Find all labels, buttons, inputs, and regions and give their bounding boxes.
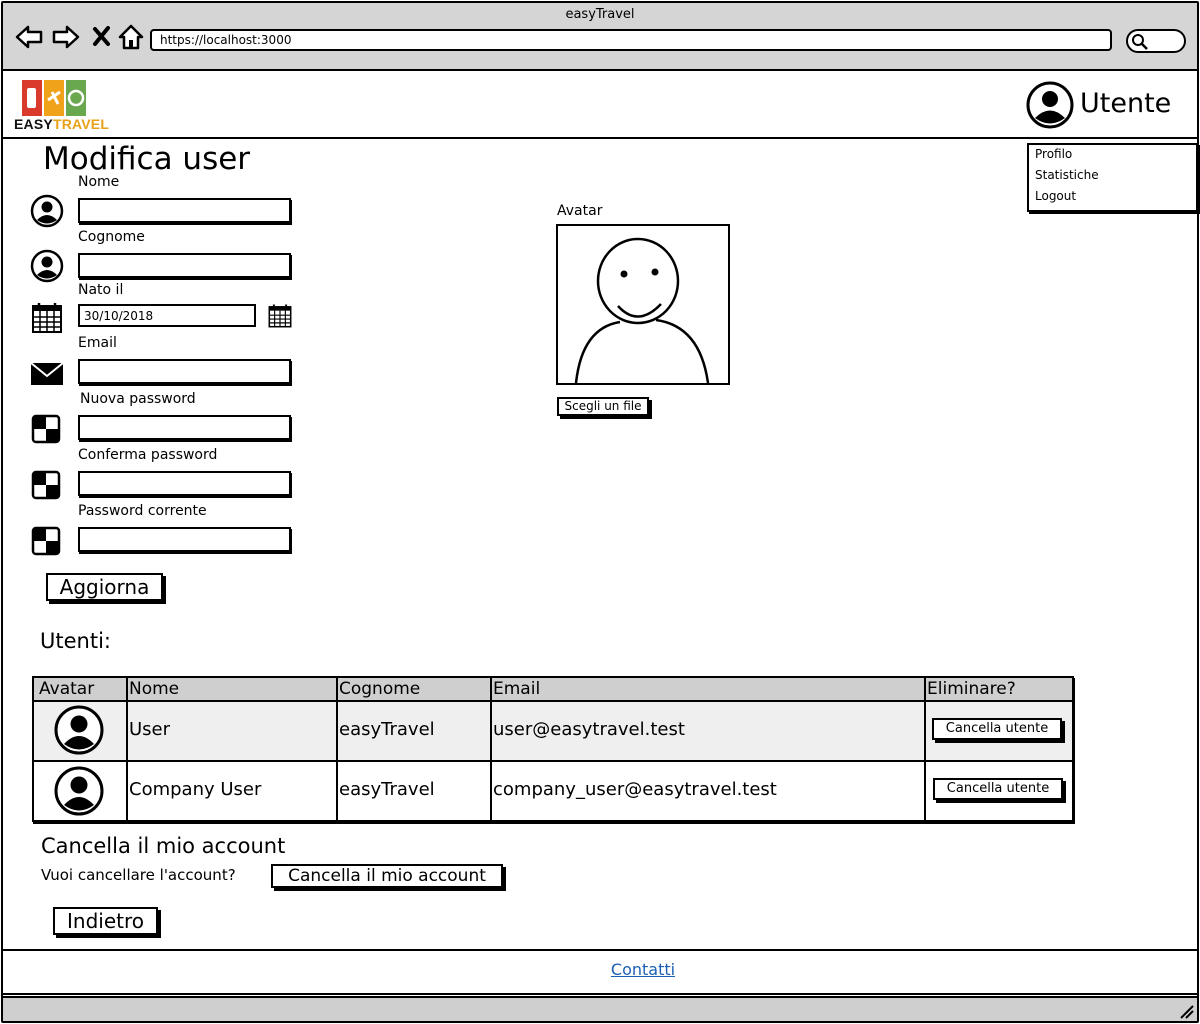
table-header [34,678,1072,700]
envelope-icon [30,362,64,385]
password-corrente-field[interactable] [78,527,291,552]
column-header: Eliminare? [927,679,1016,699]
password-corrente-label: Password corrente [78,503,207,519]
user-icon [30,194,64,228]
nuova-password-field[interactable] [78,415,291,440]
email-field[interactable] [78,359,291,384]
nome-label: Nome [78,174,120,190]
arrow-right-icon[interactable] [51,22,81,52]
birthdate-field[interactable]: 30/10/2018 [78,304,256,327]
password-icon [31,526,61,556]
menu-item-logout[interactable]: Logout [1035,189,1076,203]
nato-il-label: Nato il [78,282,124,298]
delete-account-question: Vuoi cancellare l'account? [41,866,236,884]
password-icon [31,414,61,444]
delete-user-button[interactable]: Cancella utente [932,718,1062,740]
user-first-name: User [129,719,171,740]
user-email: company_user@easytravel.test [493,779,777,800]
users-heading: Utenti: [40,629,111,653]
delete-my-account-button[interactable]: Cancella il mio account [271,864,503,888]
column-header: Email [493,679,541,699]
close-icon[interactable] [88,22,118,52]
user-avatar-icon [54,766,104,816]
search-icon [1132,34,1148,50]
user-icon [30,249,64,283]
user-last-name: easyTravel [339,779,435,800]
avatar-image [556,224,730,385]
page-title: Modifica user [43,141,251,177]
calendar-icon [32,303,62,333]
window-title: easyTravel [565,7,635,22]
browser-search-field[interactable] [1126,29,1186,53]
back-button[interactable]: Indietro [53,907,158,935]
user-dropdown-menu: Profilo Statistiche Logout [1027,143,1198,212]
user-avatar-icon[interactable] [1026,81,1074,129]
user-last-name: easyTravel [339,719,435,740]
user-first-name: Company User [129,779,262,800]
status-bar [3,996,1197,1021]
avatar-placeholder-icon [574,237,710,383]
nome-field[interactable] [78,198,291,223]
home-icon[interactable] [116,22,146,52]
conferma-password-field[interactable] [78,471,291,496]
delete-user-button[interactable]: Cancella utente [933,778,1063,800]
delete-account-heading: Cancella il mio account [41,834,286,858]
avatar-label: Avatar [557,203,603,219]
password-icon [31,470,61,500]
update-button[interactable]: Aggiorna [46,573,163,601]
url-bar[interactable]: https://localhost:3000 [150,29,1112,51]
email-label: Email [78,335,117,351]
users-table: Avatar Nome Cognome Email Eliminare? Use… [32,676,1074,822]
arrow-left-icon[interactable] [14,22,44,52]
choose-file-button[interactable]: Scegli un file [557,397,649,416]
user-email: user@easytravel.test [493,719,685,740]
nuova-password-label: Nuova password [80,391,196,407]
contacts-link[interactable]: Contatti [0,960,1200,979]
user-name[interactable]: Utente [1080,88,1171,119]
column-header: Cognome [339,679,421,699]
cognome-field[interactable] [78,253,291,278]
column-header: Nome [129,679,180,699]
cognome-label: Cognome [78,229,145,245]
logo-text: EASYTRAVEL [14,116,110,132]
easytravel-logo[interactable] [22,80,88,118]
menu-item-statistiche[interactable]: Statistiche [1035,168,1099,182]
resize-grip-icon[interactable] [1175,1000,1195,1020]
menu-item-profilo[interactable]: Profilo [1035,147,1072,161]
conferma-password-label: Conferma password [78,447,218,463]
calendar-picker-icon[interactable] [267,303,293,329]
user-avatar-icon [54,705,104,755]
column-header: Avatar [39,679,95,699]
app-header [3,73,1197,139]
